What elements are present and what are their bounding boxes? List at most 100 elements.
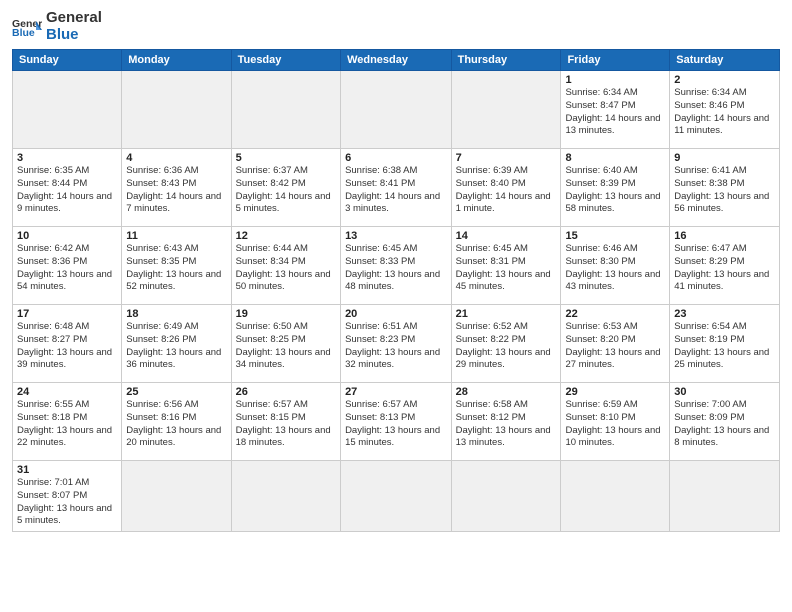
calendar-body: 1Sunrise: 6:34 AM Sunset: 8:47 PM Daylig…: [13, 71, 780, 532]
day-info: Sunrise: 6:36 AM Sunset: 8:43 PM Dayligh…: [126, 165, 226, 216]
calendar-cell: 23Sunrise: 6:54 AM Sunset: 8:19 PM Dayli…: [670, 305, 780, 383]
day-info: Sunrise: 6:47 AM Sunset: 8:29 PM Dayligh…: [674, 243, 775, 294]
calendar-cell: 14Sunrise: 6:45 AM Sunset: 8:31 PM Dayli…: [451, 227, 561, 305]
calendar-cell: 1Sunrise: 6:34 AM Sunset: 8:47 PM Daylig…: [561, 71, 670, 149]
svg-text:Blue: Blue: [12, 27, 35, 39]
day-header-friday: Friday: [561, 50, 670, 71]
day-info: Sunrise: 6:57 AM Sunset: 8:15 PM Dayligh…: [236, 399, 336, 450]
day-number: 9: [674, 152, 775, 164]
calendar-cell: [231, 461, 340, 532]
day-number: 27: [345, 386, 447, 398]
day-number: 30: [674, 386, 775, 398]
calendar-cell: 8Sunrise: 6:40 AM Sunset: 8:39 PM Daylig…: [561, 149, 670, 227]
day-number: 12: [236, 230, 336, 242]
day-info: Sunrise: 6:54 AM Sunset: 8:19 PM Dayligh…: [674, 321, 775, 372]
day-info: Sunrise: 7:00 AM Sunset: 8:09 PM Dayligh…: [674, 399, 775, 450]
calendar-cell: 29Sunrise: 6:59 AM Sunset: 8:10 PM Dayli…: [561, 383, 670, 461]
day-number: 28: [456, 386, 557, 398]
day-number: 15: [565, 230, 665, 242]
day-number: 14: [456, 230, 557, 242]
day-info: Sunrise: 6:37 AM Sunset: 8:42 PM Dayligh…: [236, 165, 336, 216]
day-info: Sunrise: 6:53 AM Sunset: 8:20 PM Dayligh…: [565, 321, 665, 372]
calendar-cell: 28Sunrise: 6:58 AM Sunset: 8:12 PM Dayli…: [451, 383, 561, 461]
calendar-cell: 24Sunrise: 6:55 AM Sunset: 8:18 PM Dayli…: [13, 383, 122, 461]
calendar-cell: 19Sunrise: 6:50 AM Sunset: 8:25 PM Dayli…: [231, 305, 340, 383]
calendar-cell: [13, 71, 122, 149]
day-number: 13: [345, 230, 447, 242]
calendar-week-4: 17Sunrise: 6:48 AM Sunset: 8:27 PM Dayli…: [13, 305, 780, 383]
calendar-cell: [122, 71, 231, 149]
day-number: 18: [126, 308, 226, 320]
calendar-cell: 20Sunrise: 6:51 AM Sunset: 8:23 PM Dayli…: [341, 305, 452, 383]
day-info: Sunrise: 6:49 AM Sunset: 8:26 PM Dayligh…: [126, 321, 226, 372]
logo-svg: General Blue: [12, 15, 42, 39]
day-info: Sunrise: 6:55 AM Sunset: 8:18 PM Dayligh…: [17, 399, 117, 450]
day-info: Sunrise: 6:34 AM Sunset: 8:47 PM Dayligh…: [565, 87, 665, 138]
calendar-cell: 11Sunrise: 6:43 AM Sunset: 8:35 PM Dayli…: [122, 227, 231, 305]
calendar-cell: [341, 71, 452, 149]
day-number: 3: [17, 152, 117, 164]
calendar-cell: 5Sunrise: 6:37 AM Sunset: 8:42 PM Daylig…: [231, 149, 340, 227]
day-number: 21: [456, 308, 557, 320]
logo-blue-text: Blue: [46, 27, 102, 44]
day-number: 19: [236, 308, 336, 320]
day-info: Sunrise: 6:45 AM Sunset: 8:31 PM Dayligh…: [456, 243, 557, 294]
day-info: Sunrise: 6:58 AM Sunset: 8:12 PM Dayligh…: [456, 399, 557, 450]
calendar-cell: 12Sunrise: 6:44 AM Sunset: 8:34 PM Dayli…: [231, 227, 340, 305]
day-info: Sunrise: 6:38 AM Sunset: 8:41 PM Dayligh…: [345, 165, 447, 216]
calendar-week-3: 10Sunrise: 6:42 AM Sunset: 8:36 PM Dayli…: [13, 227, 780, 305]
calendar-table: SundayMondayTuesdayWednesdayThursdayFrid…: [12, 49, 780, 532]
day-header-sunday: Sunday: [13, 50, 122, 71]
day-number: 8: [565, 152, 665, 164]
day-number: 4: [126, 152, 226, 164]
day-header-thursday: Thursday: [451, 50, 561, 71]
logo: General Blue General Blue: [12, 10, 102, 43]
calendar-cell: 31Sunrise: 7:01 AM Sunset: 8:07 PM Dayli…: [13, 461, 122, 532]
calendar-cell: 22Sunrise: 6:53 AM Sunset: 8:20 PM Dayli…: [561, 305, 670, 383]
calendar-cell: 18Sunrise: 6:49 AM Sunset: 8:26 PM Dayli…: [122, 305, 231, 383]
calendar-cell: [670, 461, 780, 532]
day-number: 2: [674, 74, 775, 86]
day-info: Sunrise: 6:57 AM Sunset: 8:13 PM Dayligh…: [345, 399, 447, 450]
day-number: 16: [674, 230, 775, 242]
day-number: 20: [345, 308, 447, 320]
day-header-monday: Monday: [122, 50, 231, 71]
day-number: 29: [565, 386, 665, 398]
day-info: Sunrise: 6:42 AM Sunset: 8:36 PM Dayligh…: [17, 243, 117, 294]
day-info: Sunrise: 6:44 AM Sunset: 8:34 PM Dayligh…: [236, 243, 336, 294]
calendar-cell: 15Sunrise: 6:46 AM Sunset: 8:30 PM Dayli…: [561, 227, 670, 305]
day-info: Sunrise: 6:45 AM Sunset: 8:33 PM Dayligh…: [345, 243, 447, 294]
day-info: Sunrise: 6:41 AM Sunset: 8:38 PM Dayligh…: [674, 165, 775, 216]
day-info: Sunrise: 6:51 AM Sunset: 8:23 PM Dayligh…: [345, 321, 447, 372]
calendar-cell: 3Sunrise: 6:35 AM Sunset: 8:44 PM Daylig…: [13, 149, 122, 227]
day-number: 11: [126, 230, 226, 242]
day-info: Sunrise: 6:39 AM Sunset: 8:40 PM Dayligh…: [456, 165, 557, 216]
calendar-cell: 13Sunrise: 6:45 AM Sunset: 8:33 PM Dayli…: [341, 227, 452, 305]
day-info: Sunrise: 6:46 AM Sunset: 8:30 PM Dayligh…: [565, 243, 665, 294]
calendar-cell: 4Sunrise: 6:36 AM Sunset: 8:43 PM Daylig…: [122, 149, 231, 227]
day-number: 17: [17, 308, 117, 320]
day-header-saturday: Saturday: [670, 50, 780, 71]
day-info: Sunrise: 6:35 AM Sunset: 8:44 PM Dayligh…: [17, 165, 117, 216]
calendar-cell: [231, 71, 340, 149]
day-info: Sunrise: 6:52 AM Sunset: 8:22 PM Dayligh…: [456, 321, 557, 372]
day-number: 7: [456, 152, 557, 164]
calendar-cell: [451, 71, 561, 149]
calendar-cell: 27Sunrise: 6:57 AM Sunset: 8:13 PM Dayli…: [341, 383, 452, 461]
day-number: 5: [236, 152, 336, 164]
day-info: Sunrise: 7:01 AM Sunset: 8:07 PM Dayligh…: [17, 477, 117, 528]
calendar-header: SundayMondayTuesdayWednesdayThursdayFrid…: [13, 50, 780, 71]
calendar-cell: 26Sunrise: 6:57 AM Sunset: 8:15 PM Dayli…: [231, 383, 340, 461]
calendar-cell: [341, 461, 452, 532]
day-header-tuesday: Tuesday: [231, 50, 340, 71]
day-info: Sunrise: 6:56 AM Sunset: 8:16 PM Dayligh…: [126, 399, 226, 450]
day-number: 31: [17, 464, 117, 476]
calendar-week-2: 3Sunrise: 6:35 AM Sunset: 8:44 PM Daylig…: [13, 149, 780, 227]
day-number: 22: [565, 308, 665, 320]
day-header-wednesday: Wednesday: [341, 50, 452, 71]
calendar-cell: 21Sunrise: 6:52 AM Sunset: 8:22 PM Dayli…: [451, 305, 561, 383]
day-info: Sunrise: 6:50 AM Sunset: 8:25 PM Dayligh…: [236, 321, 336, 372]
day-number: 25: [126, 386, 226, 398]
calendar-cell: 2Sunrise: 6:34 AM Sunset: 8:46 PM Daylig…: [670, 71, 780, 149]
calendar-cell: 25Sunrise: 6:56 AM Sunset: 8:16 PM Dayli…: [122, 383, 231, 461]
